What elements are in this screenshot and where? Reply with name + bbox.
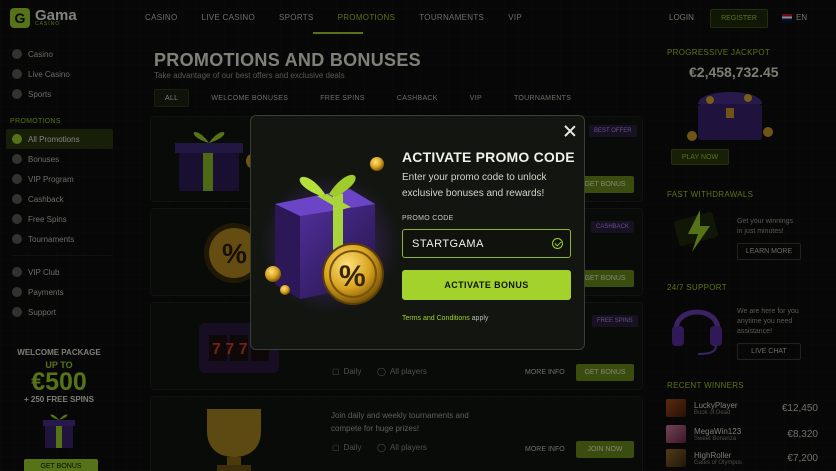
close-icon[interactable] — [564, 125, 576, 137]
svg-text:%: % — [339, 260, 366, 293]
terms-suffix: apply — [471, 315, 489, 322]
gift-box-coin-image: % — [260, 157, 400, 314]
modal-description: Enter your promo code to unlock exclusiv… — [402, 172, 547, 199]
check-circle-icon — [552, 238, 563, 249]
modal-title: ACTIVATE PROMO CODE — [402, 149, 575, 165]
promo-code-value: STARTGAMA — [412, 237, 484, 250]
activate-bonus-button[interactable]: ACTIVATE BONUS — [402, 270, 571, 300]
promo-code-label: PROMO CODE — [402, 215, 454, 222]
promo-code-modal: % ACTIVATE PROMO CODE Enter your promo c… — [250, 115, 585, 350]
terms-link[interactable]: Terms and Conditions — [402, 315, 470, 322]
promo-code-input[interactable]: STARTGAMA — [402, 229, 571, 258]
terms-note: Terms and Conditions apply — [402, 315, 488, 322]
